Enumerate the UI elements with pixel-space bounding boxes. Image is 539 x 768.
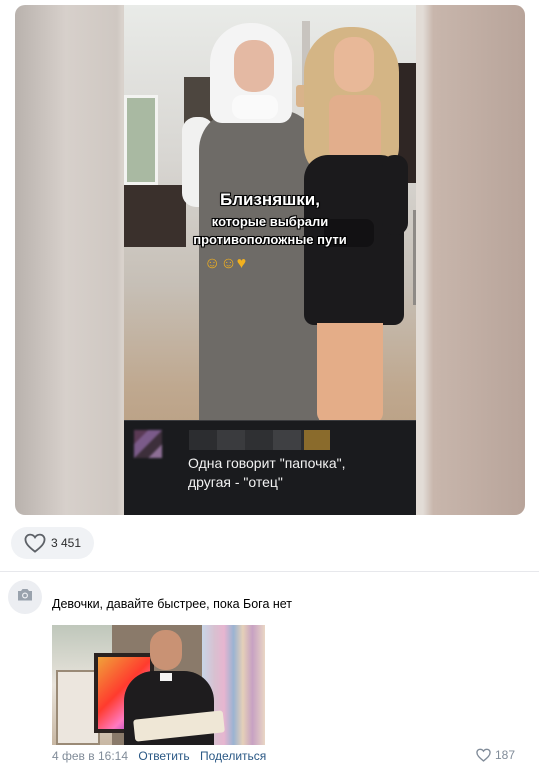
embedded-comment-line-2: другая - "отец": [188, 474, 283, 490]
nun-figure-face: [234, 40, 274, 92]
share-link[interactable]: Поделиться: [200, 749, 266, 763]
pixelated-avatar: [134, 430, 162, 458]
comment-meta: 4 фев в 16:14 Ответить Поделиться: [52, 749, 266, 763]
video-caption-line-1: Близняшки,: [220, 190, 320, 209]
comment-like-button[interactable]: 187: [476, 748, 515, 762]
camera-icon: [16, 587, 34, 607]
photo-priest-collar: [160, 673, 172, 681]
post-like-button[interactable]: 3 451: [11, 527, 94, 559]
embedded-comment-line-1: Одна говорит "папочка",: [188, 455, 346, 471]
comment-text: Девочки, давайте быстрее, пока Бога нет: [52, 597, 293, 611]
laughing-emoji-icon: ☺☺♥: [204, 255, 247, 272]
reply-link[interactable]: Ответить: [138, 749, 189, 763]
woman-figure-legs: [317, 323, 383, 423]
embedded-comment-panel: Одна говорит "папочка", другая - "отец": [124, 420, 416, 515]
embedded-comment-divider: [124, 420, 416, 421]
section-divider: [0, 571, 539, 572]
pixelated-username-accent: [304, 430, 330, 450]
comment-author-avatar[interactable]: [8, 580, 42, 614]
embedded-comment-text: Одна говорит "папочка", другая - "отец": [188, 454, 408, 492]
comment-like-count: 187: [495, 748, 516, 762]
photo-priest-head: [150, 630, 182, 670]
background-window: [124, 95, 158, 185]
comment-photo-attachment[interactable]: [52, 625, 265, 745]
video-preview[interactable]: Близняшки, которые выбрали противоположн…: [124, 5, 416, 515]
comment-date[interactable]: 4 фев в 16:14: [52, 749, 128, 763]
post-media[interactable]: Близняшки, которые выбрали противоположн…: [15, 5, 525, 515]
woman-figure-neck: [329, 95, 381, 160]
video-caption-line-3: противоположные пути: [193, 232, 347, 247]
nun-figure-collar: [232, 95, 278, 119]
video-caption-line-2: которые выбрали: [211, 214, 329, 229]
heart-icon: [476, 748, 491, 762]
post-like-count: 3 451: [51, 536, 82, 550]
heart-icon: [24, 533, 46, 553]
woman-figure-face: [334, 37, 374, 92]
